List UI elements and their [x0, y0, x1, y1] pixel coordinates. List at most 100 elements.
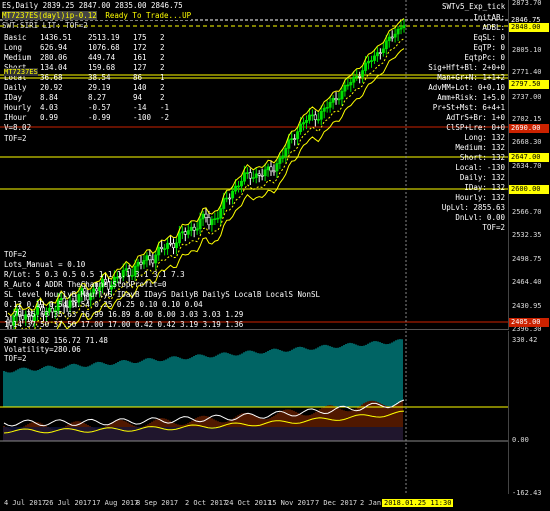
status-badge-id: MT7237ES(dayl)ip-0.12 — [2, 11, 97, 20]
strength-cell-d: 2 — [160, 43, 165, 52]
settings-row: EqtpPc: 0 — [464, 53, 505, 62]
settings-row: Long: 132 — [464, 133, 505, 142]
strength-cell-d: 2 — [160, 63, 165, 72]
price-tick-label: 2668.30 — [512, 138, 542, 146]
candle-body — [248, 172, 252, 179]
risk-per-lot: R/Lot: 5 0.3 0.5 0.5 1.1 1.1 3.1 3.1 7.3 — [4, 270, 185, 279]
candle-body — [325, 107, 329, 109]
settings-row: Pr+St+Mst: 6+4+1 — [432, 103, 505, 112]
strength-cell-a: 626.94 — [40, 43, 68, 52]
candle-body — [364, 62, 368, 71]
candle-body — [183, 231, 187, 235]
candle-body — [307, 114, 311, 121]
candle-body — [293, 138, 297, 140]
strength-cell-label: IHour — [4, 113, 27, 122]
candle-body — [361, 70, 365, 77]
date-tick-label: 7 Dec 2017 — [315, 499, 358, 507]
candle-body — [328, 102, 332, 108]
strength-cell-b: 159.68 — [88, 63, 116, 72]
candle-body — [163, 248, 167, 250]
candle-body — [139, 261, 143, 265]
candle-body — [375, 52, 379, 57]
candle-body — [396, 28, 400, 35]
candle-body — [260, 175, 264, 177]
candle-body — [372, 55, 376, 61]
candle-body — [313, 114, 317, 120]
strength-cell-b: -0.99 — [88, 113, 111, 122]
price-level-tag: 2405.00 — [509, 318, 549, 327]
candle-body — [257, 173, 261, 176]
sl-header: SL level HourlyB HourlyS IDayB IDayS Dai… — [4, 290, 321, 299]
date-tick-label: 26 Jul 2017 — [45, 499, 92, 507]
candle-body — [334, 97, 338, 101]
strength-cell-label: Hourly — [4, 103, 32, 112]
price-axis[interactable]: 2873.702840.002805.102771.402737.002702.… — [509, 0, 550, 511]
candle-body — [210, 219, 214, 226]
price-tick-label: 2498.75 — [512, 255, 542, 263]
strength-cell-c: 86 — [133, 73, 143, 82]
settings-row: EqTP: 0 — [473, 43, 505, 52]
candle-body — [343, 85, 347, 92]
price-level-tag: 2600.00 — [509, 185, 549, 194]
strength-cell-c: 94 — [133, 93, 143, 102]
candle-body — [216, 217, 220, 220]
settings-row: InitAB: — [473, 13, 505, 22]
indicator-tick-label: -162.43 — [512, 489, 542, 497]
price-tick-label: 2805.10 — [512, 46, 542, 54]
settings-row: Local: -130 — [455, 163, 505, 172]
strength-cell-d: 2 — [160, 83, 165, 92]
strength-cell-c: 140 — [133, 83, 147, 92]
strength-cell-d: -2 — [160, 113, 170, 122]
candle-body — [222, 198, 226, 209]
candle-body — [192, 226, 196, 231]
strength-cell-label: Basic — [4, 33, 27, 42]
candle-body — [204, 213, 208, 218]
risk-auto: R_Auto 4 ADDR TheChannelStopProfit=0 — [4, 280, 167, 289]
candle-body — [169, 242, 173, 245]
candle-body — [245, 172, 249, 174]
candle-body — [275, 163, 279, 172]
date-tick-label: 17 Aug 2017 — [92, 499, 139, 507]
candle-body — [369, 60, 373, 62]
candle-body — [399, 27, 403, 30]
candle-body — [263, 169, 267, 177]
candle-body — [145, 255, 149, 261]
status-row2: SWT:SIRI LIT: TOF=2 — [2, 21, 88, 30]
strength-cell-d: -1 — [160, 103, 170, 112]
candle-body — [207, 217, 211, 226]
price-tick-label: 2430.95 — [512, 302, 542, 310]
settings-row: ClSP+Lre: 0+0 — [446, 123, 505, 132]
strength-cell-a: 8.84 — [40, 93, 59, 102]
price-tick-label: 2464.40 — [512, 278, 542, 286]
strength-cell-d: 2 — [160, 93, 165, 102]
subwindow-volatility: Volatility=280.06 — [4, 345, 81, 354]
candle-body — [171, 243, 175, 249]
candle-body — [231, 190, 235, 199]
candle-body — [189, 226, 193, 231]
indicator-subwindow[interactable] — [0, 331, 509, 494]
candle-body — [322, 107, 326, 112]
strength-cell-c: 127 — [133, 63, 147, 72]
candle-body — [239, 180, 243, 187]
strength-cell-label: IDay — [4, 93, 23, 102]
strength-cell-b: 38.54 — [88, 73, 111, 82]
candle-body — [355, 75, 359, 78]
settings-row: Medium: 132 — [455, 143, 505, 152]
candle-body — [201, 213, 205, 220]
price-tick-label: 2737.00 — [512, 93, 542, 101]
strength-cell-c: 161 — [133, 53, 147, 62]
strength-cell-d: 1 — [160, 73, 165, 82]
candle-body — [319, 111, 323, 120]
strength-cell-d: 2 — [160, 53, 165, 62]
sl-row-2: 1.14 37.50 37.50 17.00 17.00 0.42 0.42 3… — [4, 320, 244, 329]
lower-tof: TOF=2 — [4, 250, 27, 259]
settings-row: EqSL: 0 — [473, 33, 505, 42]
strength-cell-b: 1076.68 — [88, 43, 120, 52]
date-tick-label: 15 Nov 2017 — [268, 499, 315, 507]
strength-cell-label: Long — [4, 43, 23, 52]
indicator-chart — [0, 331, 508, 494]
settings-row: IDay: 132 — [464, 183, 505, 192]
candle-body — [302, 122, 306, 125]
candle-body — [180, 231, 184, 234]
candle-body — [142, 260, 146, 265]
